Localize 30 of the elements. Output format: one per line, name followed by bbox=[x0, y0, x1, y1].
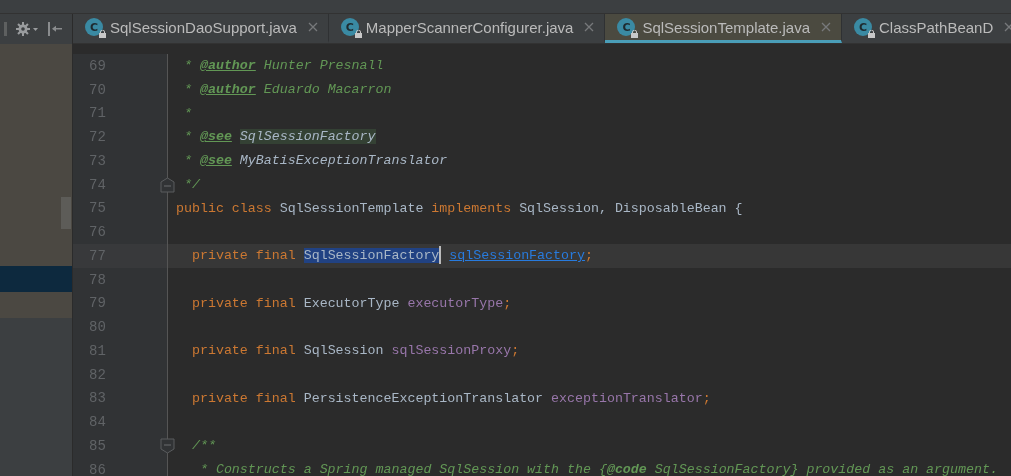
code-line: private final PersistenceExceptionTranslator exceptionTranslator; bbox=[190, 389, 712, 408]
editor-tab[interactable]: C ClassPathBeanD bbox=[842, 14, 1011, 43]
fold-marker-icon[interactable] bbox=[160, 176, 175, 193]
editor-tab[interactable]: C SqlSessionDaoSupport.java bbox=[73, 14, 329, 43]
separator-handle-icon bbox=[4, 22, 7, 36]
code-line: * @author Eduardo Macarron bbox=[183, 80, 393, 99]
collapse-panel-icon[interactable] bbox=[47, 22, 63, 36]
settings-icon[interactable] bbox=[15, 21, 39, 37]
close-icon[interactable] bbox=[1004, 22, 1011, 32]
code-line: * bbox=[183, 104, 193, 123]
fold-marker-icon[interactable] bbox=[160, 437, 175, 454]
class-file-icon: C bbox=[617, 18, 636, 36]
close-icon[interactable] bbox=[821, 22, 831, 32]
code-line: */ bbox=[183, 175, 201, 194]
close-icon[interactable] bbox=[584, 22, 595, 32]
scrollbar-thumb[interactable] bbox=[61, 197, 71, 229]
class-file-icon: C bbox=[854, 18, 872, 36]
code-line: private final ExecutorType executorType; bbox=[190, 294, 513, 313]
editor-tab[interactable]: C SqlSessionTemplate.java bbox=[605, 14, 842, 43]
code-line: /** bbox=[190, 437, 217, 455]
code-line: public class SqlSessionTemplate implements SqlSession, DisposableBean { bbox=[175, 199, 744, 218]
close-icon[interactable] bbox=[307, 22, 318, 32]
code-line: * @author Hunter Presnall bbox=[183, 57, 385, 75]
class-file-icon: C bbox=[340, 18, 359, 36]
code-line: * @see SqlSessionFactory bbox=[183, 128, 377, 147]
code-line: private final SqlSession sqlSessionProxy; bbox=[190, 342, 521, 360]
selected-row bbox=[0, 266, 72, 292]
code-line: * @see MyBatisExceptionTranslator bbox=[183, 152, 449, 170]
code-line: * Constructs a Spring managed SqlSession with the {@code SqlSessionFactory} provided as an argument. bbox=[198, 460, 999, 476]
class-file-icon: C bbox=[85, 18, 103, 36]
